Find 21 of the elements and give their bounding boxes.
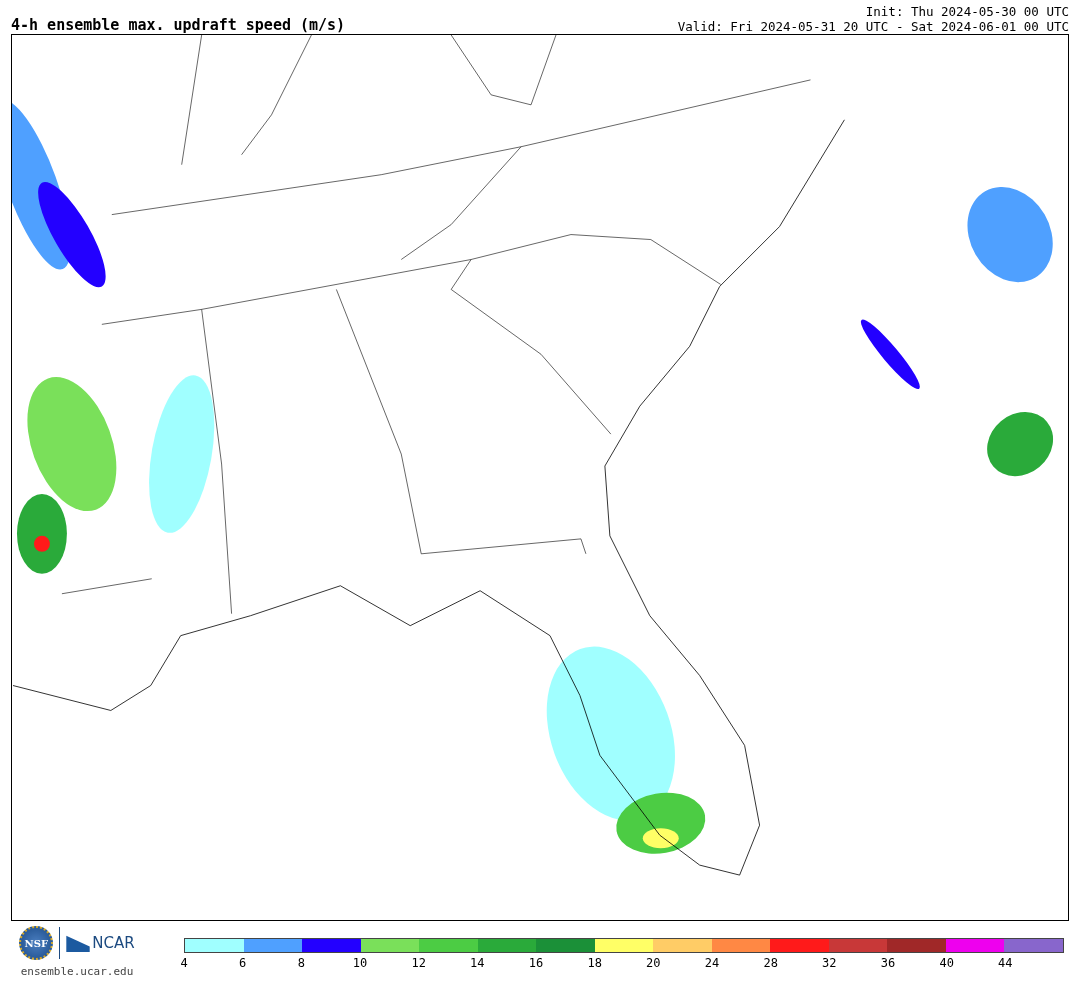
tick-label: 32	[822, 956, 837, 970]
tick-label: 12	[411, 956, 426, 970]
tick-label: 36	[880, 956, 896, 970]
tick-label: 8	[297, 956, 305, 970]
tick-label: 10	[352, 956, 368, 970]
valid-time: Valid: Fri 2024-05-31 20 UTC - Sat 2024-06-01 00 UTC	[677, 19, 1069, 34]
tick-label: 24	[704, 956, 720, 970]
tick-label: 20	[646, 956, 661, 970]
tick-label: 18	[587, 956, 602, 970]
tick-label: 14	[470, 956, 485, 970]
tick-label: 4	[180, 956, 188, 970]
tick-label: 6	[239, 956, 247, 970]
init-time: Init: Thu 2024-05-30 00 UTC	[864, 4, 1069, 19]
tick-label: 16	[528, 956, 544, 970]
tick-label: 44	[998, 956, 1013, 970]
tick-label: 40	[939, 956, 954, 970]
ncar-logo[interactable]: NCAR	[66, 934, 135, 952]
chart-title: 4-h ensemble max. updraft speed (m/s)	[11, 16, 346, 34]
nsf-logo[interactable]: NSF	[19, 926, 54, 960]
site-url: ensemble.ucar.edu	[20, 965, 134, 978]
tick-label: 28	[763, 956, 778, 970]
